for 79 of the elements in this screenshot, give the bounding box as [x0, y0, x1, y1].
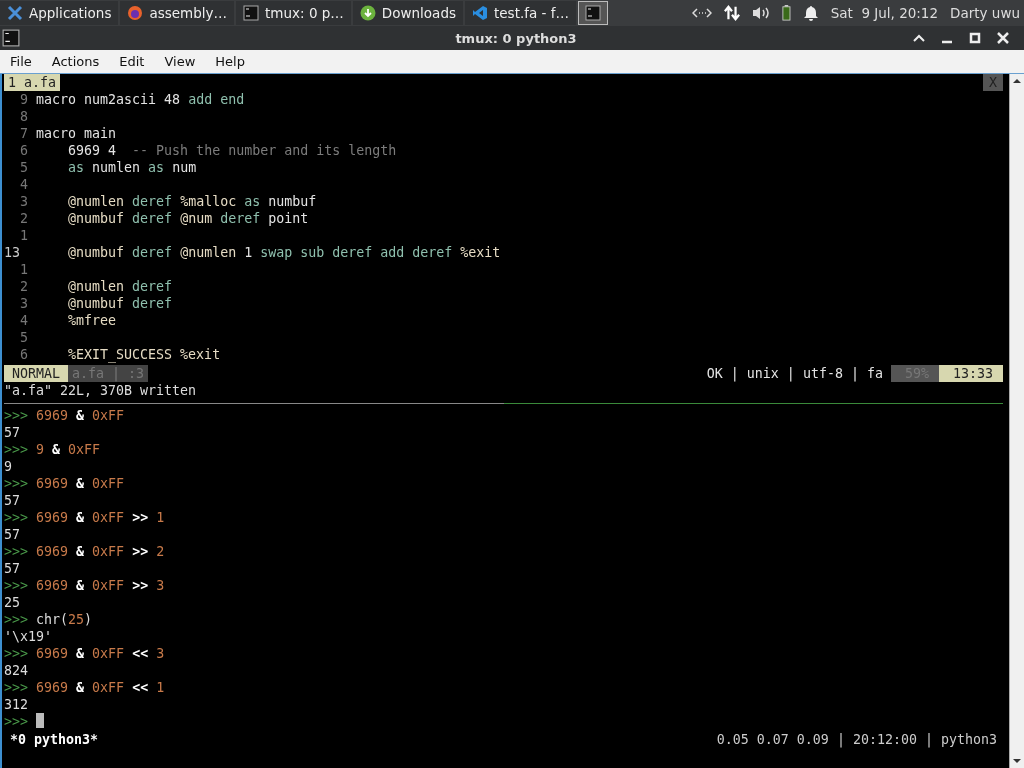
line-number: 5: [19, 329, 29, 346]
taskbar-button[interactable]: [577, 1, 608, 25]
tmux-window[interactable]: *0 python3*: [4, 731, 99, 748]
line-number: 1: [19, 261, 29, 278]
output-line: 57: [4, 492, 20, 509]
terminal-icon[interactable]: [2, 29, 20, 47]
code-line: %mfree: [67, 312, 117, 329]
output-line: 9: [4, 458, 12, 475]
code-line: macro main: [36, 125, 117, 142]
prompt-line: >>> 6969 & 0xFF: [4, 407, 125, 424]
scrollbar[interactable]: [1009, 74, 1024, 768]
prompt-line: >>>: [4, 713, 30, 730]
download-icon[interactable]: [359, 5, 376, 21]
terminal-icon[interactable]: [584, 5, 601, 21]
line-number: 2: [19, 278, 29, 295]
menu-item[interactable]: Edit: [109, 54, 155, 69]
menu-item[interactable]: Actions: [41, 54, 110, 69]
taskbar-button[interactable]: Downloads: [352, 1, 463, 25]
line-number: 6: [19, 346, 29, 363]
output-line: 57: [4, 526, 20, 543]
volume-icon[interactable]: [751, 5, 770, 21]
buffer-tab[interactable]: 1 a.fa: [4, 74, 61, 91]
output-line: '\x19': [4, 628, 53, 645]
output-line: 312: [4, 696, 29, 713]
code-line: @numbuf deref @num deref point: [67, 210, 309, 227]
code-line: 6969 4 -- Push the number and its length: [67, 142, 397, 159]
terminal-icon[interactable]: [243, 5, 260, 21]
line-number: 5: [19, 159, 29, 176]
prompt-line: >>> chr(25): [4, 611, 93, 628]
output-line: 824: [4, 662, 29, 679]
code-line: @numbuf deref @numlen 1 swap sub deref add deref %exit: [67, 244, 501, 261]
clock[interactable]: Sat 9 Jul, 20:12: [830, 5, 939, 21]
line-number: 3: [19, 295, 29, 312]
line-number: 13: [4, 244, 21, 261]
status-info: OK | unix | utf-8 | fa: [706, 365, 884, 382]
code-line: @numbuf deref: [67, 295, 173, 312]
output-line: 57: [4, 560, 20, 577]
code-line: %EXIT_SUCCESS %exit: [67, 346, 221, 363]
taskbar-button[interactable]: Applications: [0, 1, 119, 25]
code-line: macro num2ascii 48 add end: [36, 91, 245, 108]
prompt-line: >>> 6969 & 0xFF >> 3: [4, 577, 165, 594]
taskbar-button[interactable]: assembly…: [120, 1, 235, 25]
prompt-line: >>> 6969 & 0xFF >> 1: [4, 509, 165, 526]
menu-item[interactable]: View: [154, 54, 206, 69]
status-position: 13:33: [938, 365, 1003, 382]
code-line: as numlen as num: [67, 159, 197, 176]
prompt-line: >>> 9 & 0xFF: [4, 441, 101, 458]
tmux-status: 0.05 0.07 0.09 | 20:12:00 | python3: [716, 731, 998, 748]
prompt-line: >>> 6969 & 0xFF: [4, 475, 125, 492]
window-title: tmux: 0 python3: [454, 30, 578, 46]
close-icon[interactable]: [996, 31, 1010, 45]
mode-indicator: NORMAL: [4, 365, 69, 382]
prompt-line: >>> 6969 & 0xFF << 3: [4, 645, 165, 662]
taskbar-button[interactable]: tmux: 0 p…: [236, 1, 351, 25]
battery-icon[interactable]: [781, 5, 791, 21]
user-name[interactable]: Darty uwu: [950, 5, 1020, 21]
code-line: @numlen deref %malloc as numbuf: [67, 193, 317, 210]
line-number: 3: [19, 193, 29, 210]
menu-item[interactable]: File: [0, 54, 42, 69]
maximize-icon[interactable]: [968, 31, 982, 45]
line-number: 4: [19, 312, 29, 329]
line-number: 4: [19, 176, 29, 193]
code-line: @numlen deref: [67, 278, 173, 295]
output-line: 25: [4, 594, 20, 611]
line-number: 7: [19, 125, 29, 142]
transfer-arrows-icon[interactable]: [723, 5, 740, 21]
line-number: 8: [19, 108, 29, 125]
prompt-line: >>> 6969 & 0xFF >> 2: [4, 543, 165, 560]
prompt-line: >>> 6969 & 0xFF << 1: [4, 679, 165, 696]
bell-icon[interactable]: [802, 5, 819, 21]
menu-item[interactable]: Help: [205, 54, 255, 69]
output-line: 57: [4, 424, 20, 441]
line-number: 6: [19, 142, 29, 159]
code-editor-icon[interactable]: [472, 5, 488, 21]
line-number: 9: [19, 91, 29, 108]
line-number: 2: [19, 210, 29, 227]
status-message: "a.fa" 22L, 370B written: [4, 382, 198, 399]
taskbar-button[interactable]: test.fa - f…: [465, 1, 576, 25]
line-number: 1: [19, 227, 29, 244]
